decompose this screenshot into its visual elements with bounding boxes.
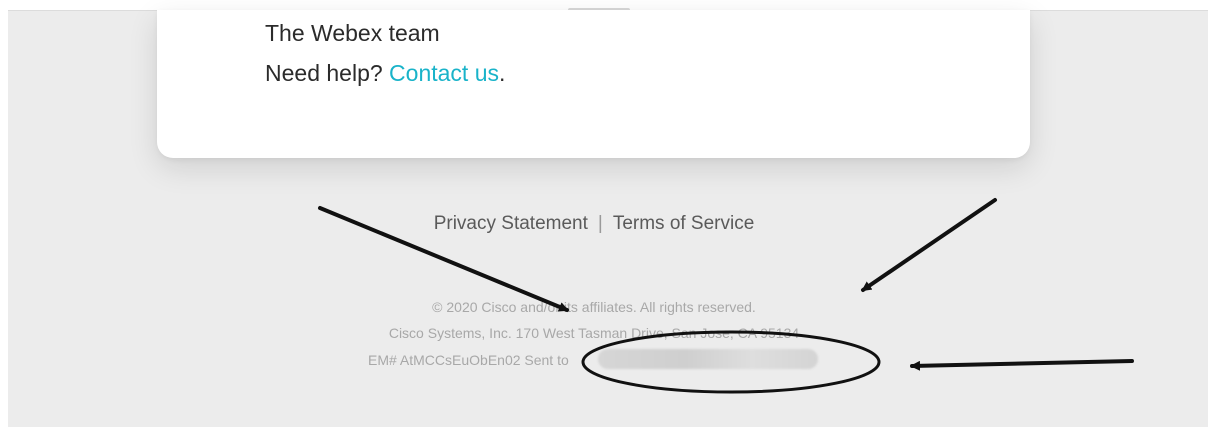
privacy-statement-link[interactable]: Privacy Statement bbox=[434, 213, 588, 235]
email-card: The Webex team Need help? Contact us. bbox=[157, 10, 1030, 158]
footer-links: Privacy Statement | Terms of Service bbox=[0, 213, 1188, 235]
redacted-email-address bbox=[598, 349, 818, 369]
signature-team: The Webex team bbox=[265, 20, 440, 46]
help-prefix: Need help? bbox=[265, 60, 390, 86]
terms-of-service-link[interactable]: Terms of Service bbox=[613, 213, 754, 235]
help-suffix: . bbox=[499, 60, 506, 86]
help-line: Need help? Contact us. bbox=[265, 60, 505, 87]
contact-us-link[interactable]: Contact us bbox=[389, 60, 499, 86]
footer-separator: | bbox=[597, 213, 603, 234]
copyright-text: © 2020 Cisco and/or its affiliates. All … bbox=[432, 299, 756, 315]
company-address: Cisco Systems, Inc. 170 West Tasman Driv… bbox=[388, 325, 800, 341]
tracking-text: EM# AtMCCsEuObEn02 Sent to bbox=[368, 352, 569, 368]
